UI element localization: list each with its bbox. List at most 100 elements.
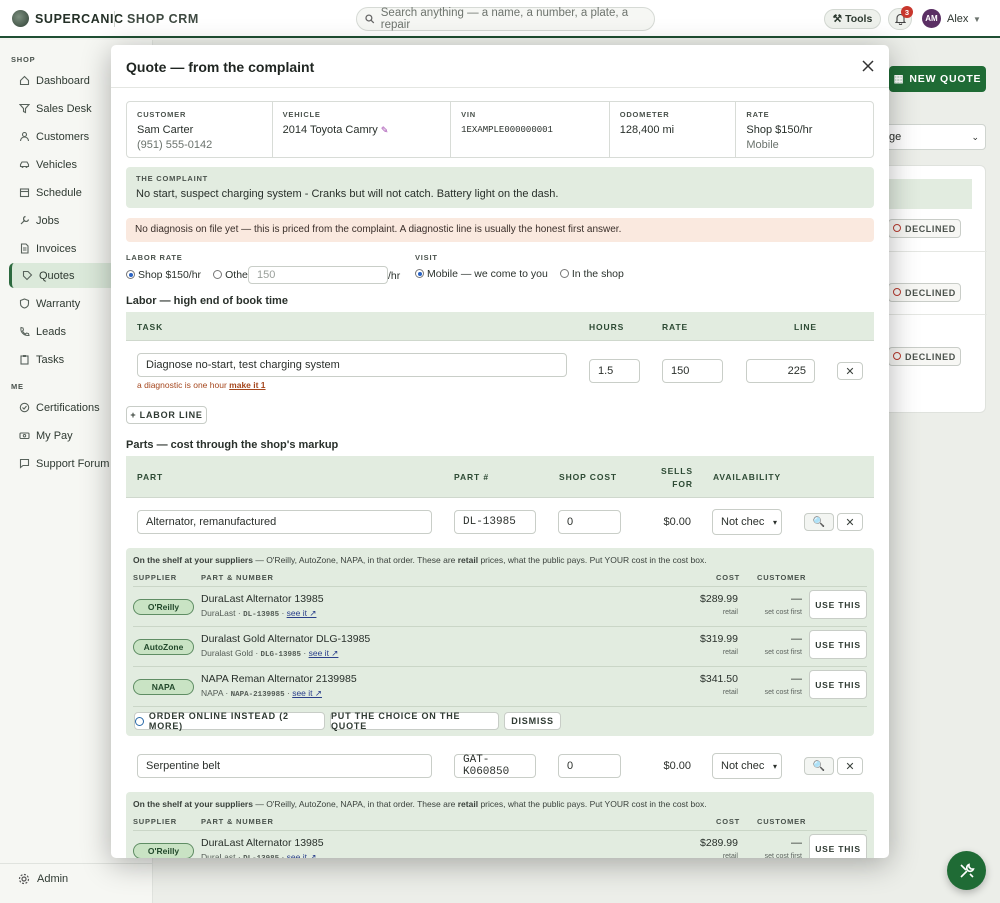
part-number-input[interactable]: GAT-K060850 — [454, 754, 536, 778]
part-number-input[interactable]: DL-13985 — [454, 510, 536, 534]
clipboard-icon — [20, 355, 29, 365]
result-brand: Duralast Gold — [201, 648, 253, 658]
wrench-icon — [20, 215, 30, 225]
sidebar-item-label: My Pay — [36, 429, 73, 442]
remove-part-button[interactable]: ✕ — [837, 513, 863, 531]
part-name-input[interactable]: Serpentine belt — [137, 754, 432, 778]
sidebar-item-label: Quotes — [39, 269, 75, 282]
radio-shop-rate[interactable] — [126, 270, 135, 279]
labor-task-input[interactable]: Diagnose no-start, test charging system — [137, 353, 567, 377]
sidebar-section-shop: SHOP — [11, 55, 36, 64]
availability-value: Not chec — [721, 516, 765, 528]
edit-pencil-icon[interactable]: ✎ — [381, 125, 389, 135]
put-choice-on-quote-button[interactable]: PUT THE CHOICE ON THE QUOTE — [330, 711, 499, 731]
see-it-link[interactable]: see it ↗ — [309, 648, 339, 658]
app-name: SHOP CRM — [127, 12, 199, 26]
sidebar-item-admin[interactable]: Admin — [18, 873, 68, 885]
radio-other-rate[interactable] — [213, 270, 223, 279]
shop-cost-input[interactable]: 0 — [558, 754, 621, 778]
part-name-input[interactable]: Alternator, remanufactured — [137, 510, 432, 534]
admin-label: Admin — [37, 873, 69, 885]
lookup-part-button[interactable]: 🔍 — [804, 757, 834, 775]
customer-price: — — [791, 837, 802, 849]
supplier-results-panel: On the shelf at your suppliers — O'Reill… — [126, 792, 874, 858]
result-part-number: DLG-13985 — [260, 651, 302, 659]
lookup-part-button[interactable]: 🔍 — [804, 513, 834, 531]
car-icon — [19, 161, 30, 168]
dismiss-button[interactable]: DISMISS — [504, 712, 561, 730]
other-rate-input[interactable]: 150 — [248, 266, 388, 284]
use-this-button[interactable]: USE THIS — [809, 670, 867, 699]
add-labor-line-button[interactable]: + LABOR LINE — [126, 406, 207, 424]
labor-heading: Labor — high end of book time — [126, 295, 288, 307]
radio-in-shop-label: In the shop — [571, 268, 624, 280]
top-bar: SUPERCANIC SHOP CRM Search anything — a … — [0, 0, 1000, 38]
chevron-down-icon[interactable]: ▼ — [973, 15, 981, 24]
phone-icon — [20, 326, 30, 337]
sidebar-item-label: Warranty — [36, 297, 81, 310]
see-it-link[interactable]: see it ↗ — [287, 852, 317, 858]
use-this-button[interactable]: USE THIS — [809, 834, 867, 858]
set-cost-hint: set cost first — [764, 853, 802, 858]
sidebar-item-label: Tasks — [36, 353, 65, 366]
set-cost-hint: set cost first — [764, 649, 802, 656]
rate-sub: Mobile — [746, 139, 779, 151]
sidebar-item-label: Customers — [36, 130, 90, 143]
diagnosis-notice: No diagnosis on file yet — this is price… — [126, 218, 874, 242]
filter-select[interactable]: ge ⌄ — [880, 124, 986, 150]
see-it-link[interactable]: see it ↗ — [292, 688, 322, 698]
use-this-button[interactable]: USE THIS — [809, 590, 867, 619]
modal-title: Quote — from the complaint — [126, 59, 315, 75]
supplier-result-row: NAPA NAPA Reman Alternator 2139985 NAPA … — [133, 666, 867, 706]
radio-in-shop[interactable] — [559, 269, 569, 278]
tools-button[interactable]: ⚒ Tools — [824, 9, 881, 29]
shop-cost-input[interactable]: 0 — [558, 510, 621, 534]
result-part-meta: NAPA · NAPA-2139985 · see it ↗ — [201, 688, 322, 699]
wrench-screwdriver-icon — [959, 862, 975, 878]
divider — [133, 706, 867, 707]
availability-select[interactable]: Not chec ▾ — [712, 753, 782, 779]
status-badge-declined: DECLINED — [888, 283, 961, 302]
order-online-button[interactable]: ORDER ONLINE INSTEAD (2 MORE) — [134, 711, 325, 731]
result-brand: DuraLast — [201, 608, 236, 618]
labor-line-total[interactable]: 225 — [746, 359, 815, 383]
parts-heading: Parts — cost through the shop's markup — [126, 439, 339, 451]
diagnostic-hint: a diagnostic is one hour make it 1 — [137, 380, 266, 390]
badge-check-icon — [19, 402, 30, 413]
rate-unit: /hr — [388, 270, 401, 282]
remove-labor-line-button[interactable]: ✕ — [837, 362, 863, 380]
user-avatar[interactable]: AM — [922, 9, 941, 28]
divider — [881, 314, 987, 315]
remove-part-button[interactable]: ✕ — [837, 757, 863, 775]
col-rate: RATE — [662, 322, 689, 332]
result-part-name: NAPA Reman Alternator 2139985 — [201, 673, 357, 685]
customer-cell: CUSTOMER Sam Carter (951) 555-0142 — [127, 102, 273, 157]
labor-rate-input[interactable]: 150 — [662, 359, 723, 383]
hint-end: prices, what the public pays. Put YOUR c… — [478, 555, 707, 565]
sells-for-value: $0.00 — [663, 760, 691, 772]
new-quote-button[interactable]: ▦ NEW QUOTE — [889, 66, 986, 92]
radio-mobile[interactable] — [415, 269, 424, 278]
make-it-1-link[interactable]: make it 1 — [229, 380, 265, 390]
complaint-text: No start, suspect charging system - Cran… — [136, 188, 559, 200]
supplier-hint: On the shelf at your suppliers — O'Reill… — [133, 799, 707, 809]
supplier-badge: O'Reilly — [133, 843, 194, 858]
use-this-button[interactable]: USE THIS — [809, 630, 867, 659]
vehicle-cell: VEHICLE 2014 Toyota Camry ✎ — [273, 102, 452, 157]
sidebar-item-label: Schedule — [36, 186, 82, 199]
availability-select[interactable]: Not chec ▾ — [712, 509, 782, 535]
supplier-badge: NAPA — [133, 679, 194, 695]
tools-fab-button[interactable] — [947, 851, 986, 890]
quote-modal: Quote — from the complaint CUSTOMER Sam … — [111, 45, 889, 858]
global-search-input[interactable]: Search anything — a name, a number, a pl… — [356, 7, 655, 31]
user-name[interactable]: Alex — [947, 13, 968, 25]
labor-hours-input[interactable]: 1.5 — [589, 359, 640, 383]
result-part-name: Duralast Gold Alternator DLG-13985 — [201, 633, 371, 645]
result-part-name: DuraLast Alternator 13985 — [201, 593, 324, 605]
hint-text: a diagnostic is one hour — [137, 380, 227, 390]
see-it-link[interactable]: see it ↗ — [287, 608, 317, 618]
brand-logo-icon — [12, 10, 29, 27]
col-part-and-number: PART & NUMBER — [201, 573, 274, 582]
close-icon[interactable] — [861, 59, 875, 73]
col-customer: CUSTOMER — [757, 573, 807, 582]
